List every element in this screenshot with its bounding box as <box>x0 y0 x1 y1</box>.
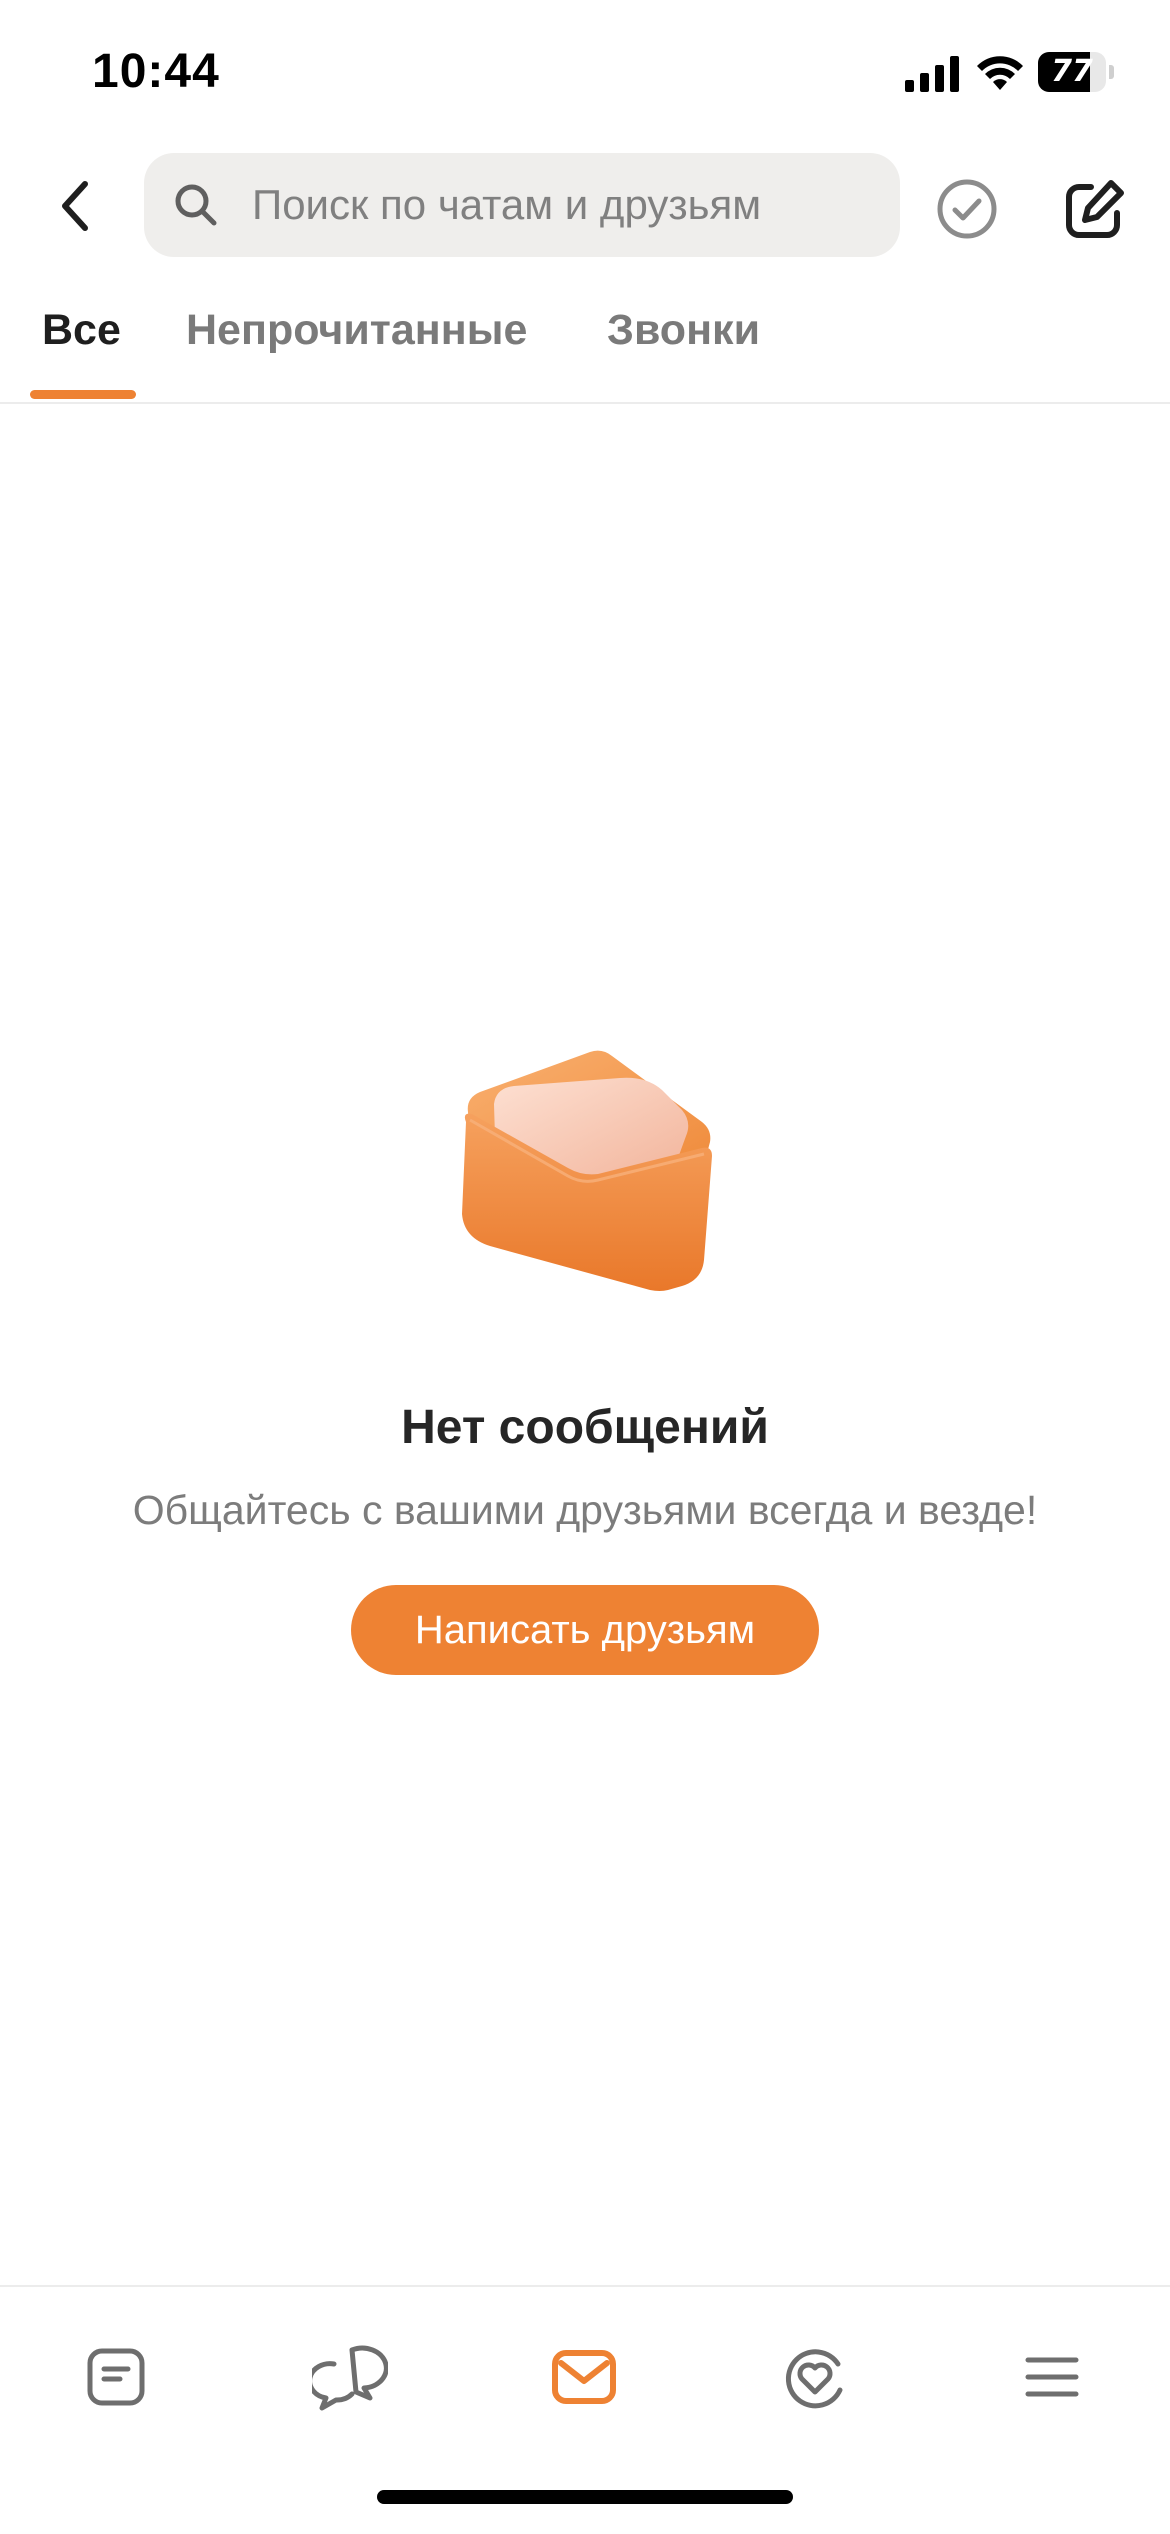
empty-state-title: Нет сообщений <box>401 1401 769 1454</box>
tab-calls[interactable]: Звонки <box>607 290 760 390</box>
nav-dating[interactable] <box>765 2327 865 2427</box>
nav-discussions[interactable] <box>300 2327 400 2427</box>
wifi-icon <box>977 56 1023 90</box>
status-time: 10:44 <box>92 45 220 98</box>
back-button[interactable] <box>40 168 110 244</box>
search-bar[interactable] <box>144 153 900 257</box>
menu-icon <box>1025 2357 1079 2397</box>
select-chats-button[interactable] <box>930 172 1004 246</box>
check-circle-icon <box>937 179 997 239</box>
search-input[interactable] <box>252 153 872 257</box>
discussions-icon <box>312 2345 388 2411</box>
chat-tabs: Все Непрочитанные Звонки <box>0 290 1170 404</box>
empty-state-subtitle: Общайтесь с вашими друзьями всегда и вез… <box>132 1487 1038 1533</box>
messages-icon <box>552 2350 616 2404</box>
battery-level: 77 <box>1051 54 1093 89</box>
nav-feed[interactable] <box>66 2327 166 2427</box>
status-bar: 10:44 77 <box>0 0 1170 140</box>
home-indicator <box>377 2490 793 2504</box>
compose-button[interactable] <box>1054 170 1134 250</box>
cellular-signal-icon <box>905 56 959 92</box>
nav-messages[interactable] <box>534 2327 634 2427</box>
compose-icon <box>1066 180 1124 238</box>
tab-all[interactable]: Все <box>42 290 121 390</box>
battery-icon: 77 <box>1038 52 1116 92</box>
open-envelope-icon <box>462 1050 712 1291</box>
write-to-friends-button[interactable]: Написать друзьям <box>351 1585 819 1675</box>
chevron-left-icon <box>62 181 88 231</box>
tab-unread[interactable]: Непрочитанные <box>186 290 527 390</box>
search-icon <box>168 177 224 233</box>
dating-icon <box>785 2349 843 2409</box>
feed-icon <box>87 2348 145 2406</box>
nav-menu[interactable] <box>1002 2327 1102 2427</box>
active-tab-indicator <box>30 390 136 399</box>
